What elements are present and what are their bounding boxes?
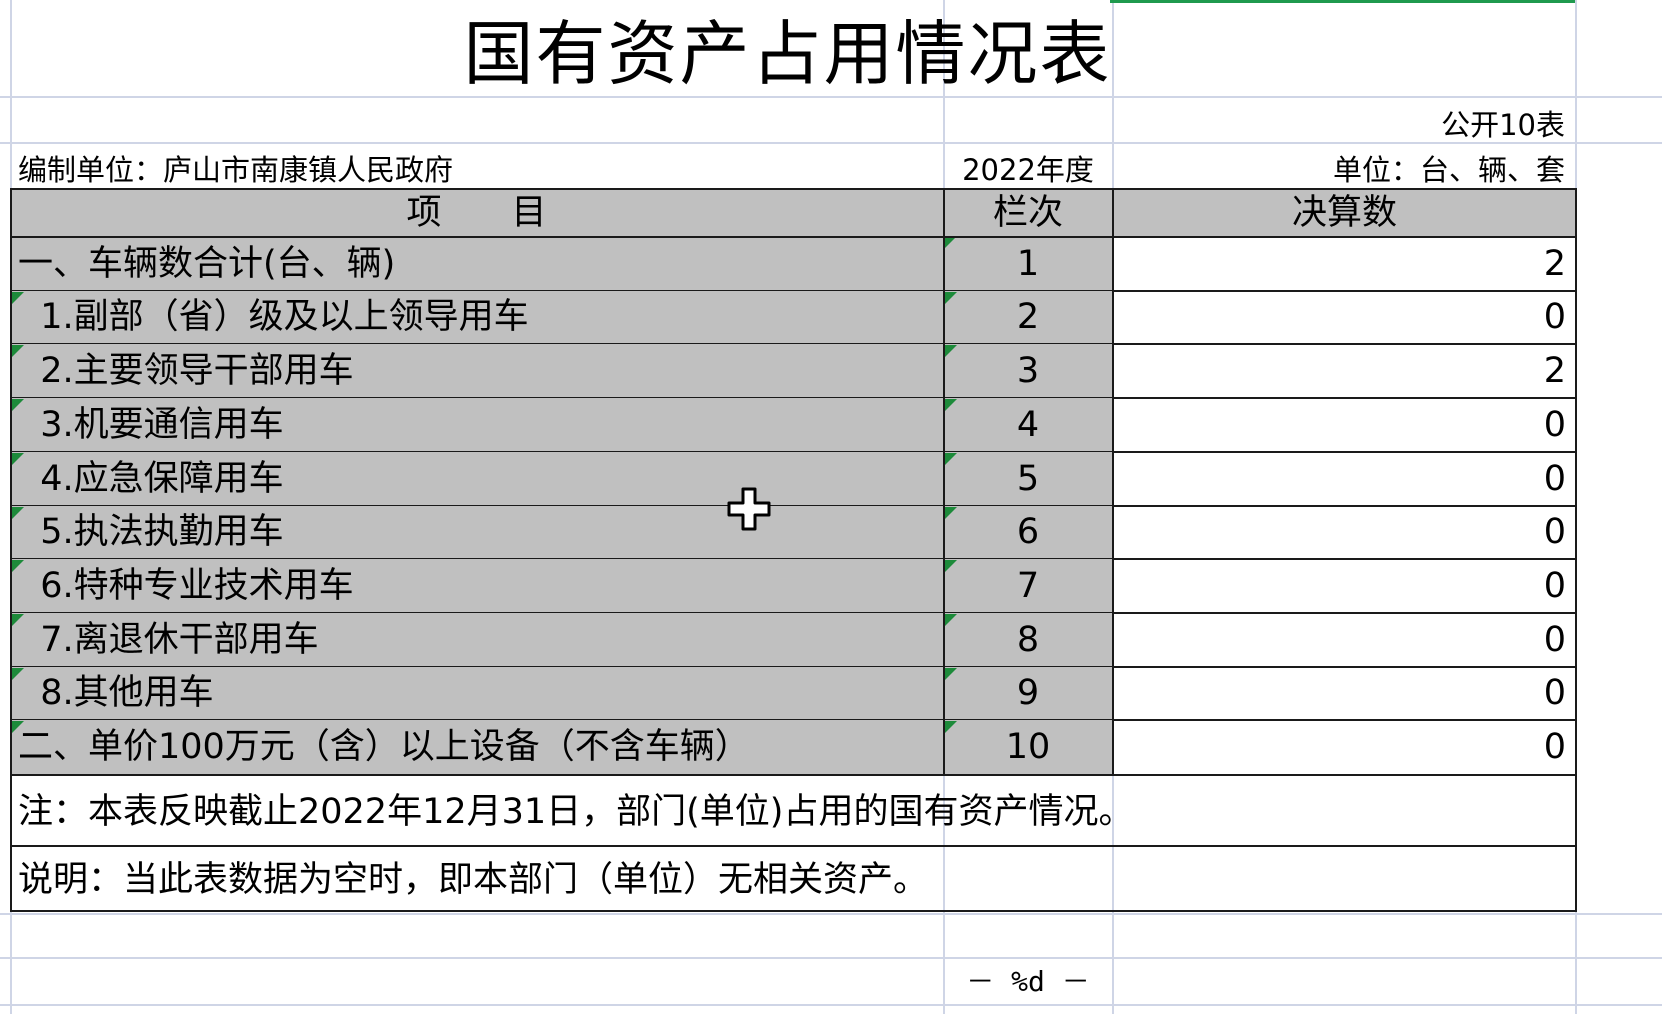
- row-item-cell[interactable]: 一、车辆数合计(台、辆): [18, 237, 395, 291]
- row-line-no-cell[interactable]: 10: [943, 720, 1113, 774]
- row-line-no-cell[interactable]: 6: [943, 506, 1113, 559]
- comment-marker: [12, 453, 24, 465]
- comment-marker: [945, 453, 957, 465]
- border-note-bottom: [10, 845, 1577, 847]
- fiscal-year: 2022年度: [962, 153, 1094, 187]
- border-table-bottom: [10, 774, 1577, 776]
- border-header-top: [10, 188, 1577, 190]
- border-explanation-bottom: [10, 910, 1577, 912]
- row-item-cell[interactable]: 1.副部（省）级及以上领导用车: [18, 291, 528, 344]
- row-amount-cell[interactable]: 0: [1114, 559, 1566, 613]
- gridline-row-1: [0, 96, 1662, 98]
- comment-marker: [945, 668, 957, 680]
- row-line-no-cell[interactable]: 1: [943, 237, 1113, 291]
- header-amount[interactable]: 决算数: [1112, 189, 1577, 237]
- row-item-cell[interactable]: 二、单价100万元（含）以上设备（不含车辆）: [18, 720, 750, 774]
- row-line-no-cell[interactable]: 3: [943, 344, 1113, 398]
- compiler-unit: 编制单位：庐山市南康镇人民政府: [18, 153, 454, 187]
- row-amount-cell[interactable]: 0: [1114, 506, 1566, 559]
- row-amount-cell[interactable]: 0: [1114, 667, 1566, 720]
- comment-marker: [945, 507, 957, 519]
- comment-marker: [12, 560, 24, 572]
- border-header-bottom: [10, 236, 1577, 238]
- row-amount-cell[interactable]: 2: [1114, 344, 1566, 398]
- comment-marker: [945, 292, 957, 304]
- row-item-cell[interactable]: 2.主要领导干部用车: [18, 344, 353, 398]
- gridline-row-19: [0, 957, 1662, 959]
- row-item-cell[interactable]: 4.应急保障用车: [18, 452, 283, 506]
- gridline-row-20: [0, 1004, 1662, 1006]
- row-line-no-cell[interactable]: 8: [943, 613, 1113, 667]
- comment-marker: [12, 345, 24, 357]
- explanation-text[interactable]: 说明：当此表数据为空时，即本部门（单位）无相关资产。: [18, 852, 928, 908]
- page-number-footer: － %d －: [966, 965, 1090, 998]
- comment-marker: [12, 668, 24, 680]
- gridline-row-2: [0, 142, 1662, 144]
- table-title: 国有资产占用情况表: [463, 13, 1112, 95]
- border-col-line: [1112, 188, 1114, 776]
- comment-marker: [945, 614, 957, 626]
- active-cell-border: [1110, 0, 1575, 3]
- row-amount-cell[interactable]: 0: [1114, 452, 1566, 506]
- header-line-no[interactable]: 栏次: [943, 189, 1113, 237]
- header-item[interactable]: 项 目: [10, 189, 943, 237]
- comment-marker: [12, 721, 24, 733]
- comment-marker: [945, 560, 957, 572]
- row-amount-cell[interactable]: 0: [1114, 720, 1566, 774]
- comment-marker: [945, 399, 957, 411]
- comment-marker: [945, 345, 957, 357]
- row-item-cell[interactable]: 3.机要通信用车: [18, 398, 283, 452]
- measure-unit: 单位：台、辆、套: [1332, 153, 1565, 187]
- comment-marker: [12, 507, 24, 519]
- table-code: 公开10表: [1441, 108, 1565, 142]
- row-amount-cell[interactable]: 0: [1114, 613, 1566, 667]
- row-line-no-cell[interactable]: 2: [943, 291, 1113, 344]
- gridline-row-18: [0, 913, 1662, 915]
- row-line-no-cell[interactable]: 7: [943, 559, 1113, 613]
- border-col-item: [943, 188, 945, 776]
- row-item-cell[interactable]: 7.离退休干部用车: [18, 613, 318, 667]
- row-line-no-cell[interactable]: 4: [943, 398, 1113, 452]
- border-right: [1575, 188, 1577, 912]
- row-item-cell[interactable]: 8.其他用车: [18, 667, 213, 720]
- row-amount-cell[interactable]: 2: [1114, 237, 1566, 291]
- row-item-cell[interactable]: 5.执法执勤用车: [18, 506, 283, 559]
- row-item-cell[interactable]: 6.特种专业技术用车: [18, 559, 353, 613]
- move-cursor-icon: [727, 487, 771, 531]
- comment-marker: [12, 614, 24, 626]
- row-line-no-cell[interactable]: 9: [943, 667, 1113, 720]
- comment-marker: [945, 721, 957, 733]
- row-amount-cell[interactable]: 0: [1114, 398, 1566, 452]
- spreadsheet-sheet[interactable]: 国有资产占用情况表 公开10表 编制单位：庐山市南康镇人民政府 2022年度 单…: [0, 0, 1662, 1014]
- note-text[interactable]: 注：本表反映截止2022年12月31日，部门(单位)占用的国有资产情况。: [18, 784, 1133, 840]
- comment-marker: [12, 399, 24, 411]
- row-line-no-cell[interactable]: 5: [943, 452, 1113, 506]
- border-left: [10, 188, 12, 912]
- row-amount-cell[interactable]: 0: [1114, 291, 1566, 344]
- comment-marker: [12, 292, 24, 304]
